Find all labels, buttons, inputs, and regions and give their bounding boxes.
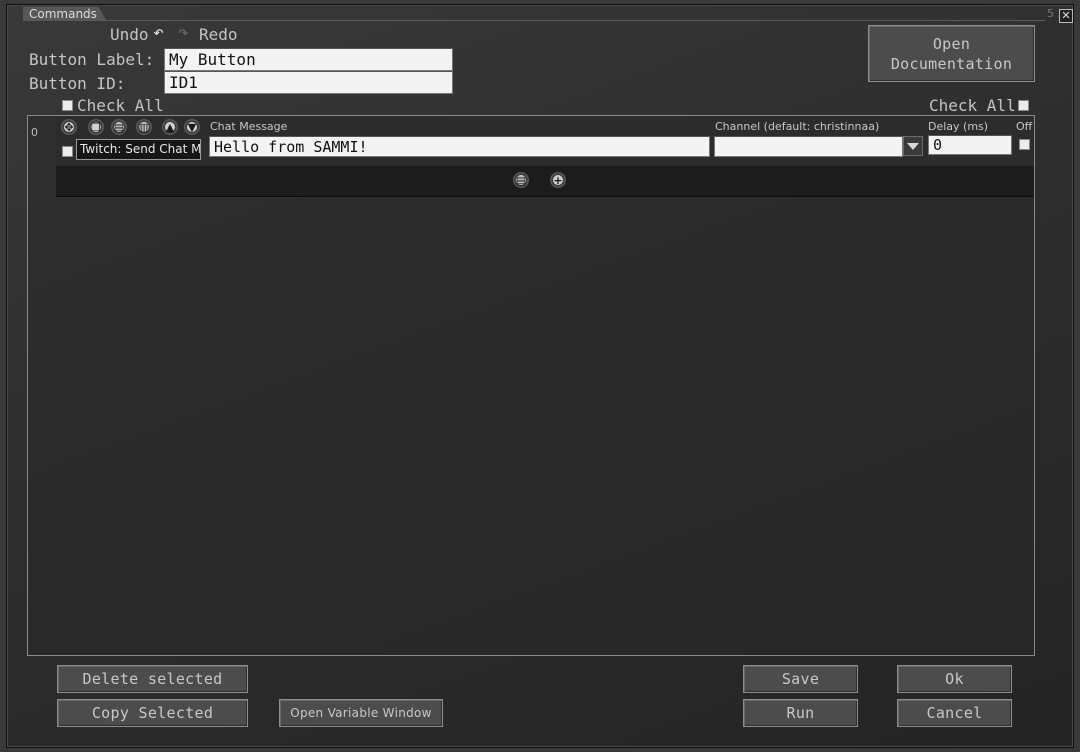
channel-input[interactable] [714, 136, 903, 157]
channel-label: Channel (default: christinnaa) [715, 120, 880, 133]
delay-input[interactable] [928, 135, 1012, 155]
ok-button[interactable]: Ok [897, 665, 1012, 693]
channel-dropdown-arrow-icon[interactable] [903, 136, 923, 156]
move-down-icon[interactable]: ▼ [184, 119, 200, 135]
check-all-right-checkbox[interactable] [1018, 100, 1029, 111]
cancel-button[interactable]: Cancel [897, 699, 1012, 727]
paste-command-icon[interactable]: ▤ [513, 172, 529, 188]
copy-selected-button[interactable]: Copy Selected [57, 699, 248, 727]
open-documentation-line2: Documentation [890, 54, 1013, 73]
command-add-bar [56, 166, 1034, 197]
window-title: Commands [23, 7, 107, 21]
redo-icon[interactable]: ↷ [178, 22, 189, 43]
chat-message-label: Chat Message [210, 120, 288, 133]
button-label-input[interactable] [164, 48, 453, 71]
delay-label: Delay (ms) [928, 120, 989, 133]
delete-icon[interactable]: ▥ [136, 119, 152, 135]
open-variable-window-button[interactable]: Open Variable Window [279, 699, 443, 727]
button-label-caption: Button Label: [29, 50, 155, 69]
close-button[interactable]: ✕ [1059, 9, 1073, 23]
add-command-icon[interactable]: + [550, 172, 566, 188]
run-button[interactable]: Run [743, 699, 858, 727]
copy-icon[interactable]: ❐ [88, 119, 104, 135]
chat-message-input[interactable] [209, 136, 710, 157]
command-type-selector[interactable]: Twitch: Send Chat Me [76, 139, 201, 160]
delete-selected-button[interactable]: Delete selected [57, 665, 248, 693]
off-checkbox[interactable] [1019, 139, 1030, 150]
row-select-checkbox[interactable] [62, 146, 73, 157]
check-all-left-checkbox[interactable] [62, 100, 73, 111]
paste-icon[interactable]: ▤ [111, 119, 127, 135]
open-documentation-button[interactable]: Open Documentation [868, 25, 1035, 82]
check-all-left-label[interactable]: Check All [77, 96, 164, 115]
row-index: 0 [31, 126, 38, 139]
undo-icon[interactable]: ↶ [153, 22, 164, 43]
save-button[interactable]: Save [743, 665, 858, 693]
check-all-right-label[interactable]: Check All [929, 96, 1016, 115]
open-documentation-line1: Open [932, 34, 971, 53]
undo-label[interactable]: Undo [110, 25, 149, 44]
button-id-caption: Button ID: [29, 74, 126, 93]
corner-mark: 5 [1047, 7, 1054, 20]
title-rule [103, 20, 1045, 21]
redo-label[interactable]: Redo [199, 25, 238, 44]
button-id-input[interactable] [164, 71, 453, 94]
move-icon[interactable]: ✥ [61, 119, 77, 135]
move-up-icon[interactable]: ▲ [162, 119, 178, 135]
off-label: Off [1016, 120, 1033, 133]
